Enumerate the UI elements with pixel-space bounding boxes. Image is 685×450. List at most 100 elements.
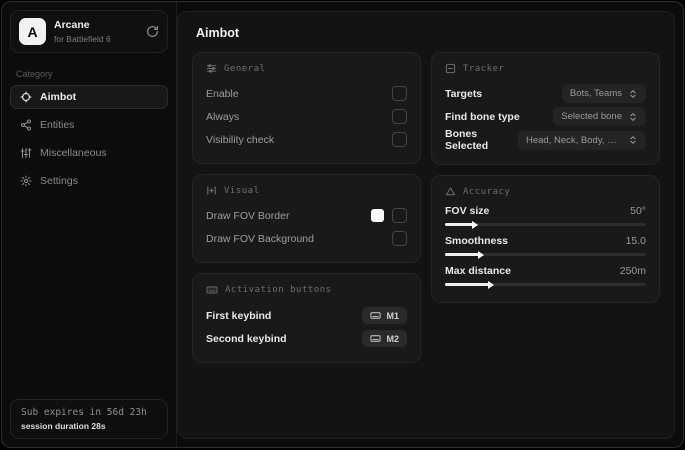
visual-icon <box>206 185 217 196</box>
triangle-icon <box>445 186 456 197</box>
setting-row-smoothness: Smoothness 15.0 <box>445 235 646 259</box>
setting-row-visibility-check: Visibility check <box>206 128 407 151</box>
sync-icon[interactable] <box>146 25 159 38</box>
setting-row-find-bone-type: Find bone type Selected bone <box>445 105 646 128</box>
brand-card: A Arcane for Battlefield 6 <box>10 10 168 53</box>
brand-title: Arcane <box>54 19 90 32</box>
accuracy-header-label: Accuracy <box>463 186 511 197</box>
fov-border-color-swatch[interactable] <box>371 209 384 222</box>
slider-thumb[interactable] <box>472 220 479 229</box>
always-checkbox[interactable] <box>392 109 407 124</box>
setting-row-bones-selected: Bones Selected Head, Neck, Body, Pe.. <box>445 128 646 152</box>
tracker-card: Tracker Targets Bots, Teams Find bone ty… <box>431 52 660 165</box>
draw-fov-border-checkbox[interactable] <box>392 208 407 223</box>
select-value: Head, Neck, Body, Pe.. <box>526 134 622 146</box>
setting-row-max-distance: Max distance 250m <box>445 265 646 289</box>
sub-expiry-text: Sub expires in 56d 23h <box>21 407 147 418</box>
setting-label: Second keybind <box>206 332 287 345</box>
setting-label: Smoothness <box>445 235 509 247</box>
keyboard-icon <box>370 310 382 321</box>
find-bone-type-select[interactable]: Selected bone <box>553 107 646 126</box>
sidebar-item-label: Entities <box>40 119 75 131</box>
smoothness-value: 15.0 <box>625 235 646 247</box>
enable-checkbox[interactable] <box>392 86 407 101</box>
select-value: Selected bone <box>561 111 622 122</box>
slider-thumb[interactable] <box>488 280 495 289</box>
setting-label: Find bone type <box>445 110 520 123</box>
crosshair-icon <box>20 91 32 103</box>
visual-header-label: Visual <box>224 185 260 196</box>
draw-fov-background-checkbox[interactable] <box>392 231 407 246</box>
keyboard-icon <box>370 333 382 344</box>
gear-icon <box>20 175 32 187</box>
setting-label: Always <box>206 110 240 123</box>
general-card: General Enable Always Visibility check <box>192 52 421 164</box>
setting-label: Visibility check <box>206 133 275 146</box>
sidebar-item-entities[interactable]: Entities <box>10 113 168 137</box>
setting-row-second-keybind: Second keybind M2 <box>206 327 407 350</box>
brand-subtitle: for Battlefield 6 <box>54 33 111 44</box>
setting-row-draw-fov-background: Draw FOV Background <box>206 227 407 250</box>
page-title: Aimbot <box>196 26 240 40</box>
right-column: Tracker Targets Bots, Teams Find bone ty… <box>431 52 660 303</box>
slider-thumb[interactable] <box>478 250 485 259</box>
first-keybind-button[interactable]: M1 <box>362 307 407 324</box>
setting-label: Draw FOV Background <box>206 232 314 245</box>
keybind-value: M1 <box>386 310 399 321</box>
sidebar-nav: Aimbot Entities Miscellaneous Settings <box>2 85 176 193</box>
sidebar-item-label: Aimbot <box>40 91 77 103</box>
subscription-info: Sub expires in 56d 23h session duration … <box>10 399 168 439</box>
brand-logo: A <box>19 18 46 45</box>
targets-select[interactable]: Bots, Teams <box>561 84 646 103</box>
second-keybind-button[interactable]: M2 <box>362 330 407 347</box>
main-panel: Aimbot General Enable Always Visibility … <box>177 11 675 439</box>
setting-row-first-keybind: First keybind M1 <box>206 304 407 327</box>
keybind-value: M2 <box>386 333 399 344</box>
tracker-header-label: Tracker <box>463 63 505 74</box>
category-label: Category <box>16 69 53 79</box>
setting-label: Draw FOV Border <box>206 209 290 222</box>
sidebar-item-label: Miscellaneous <box>40 147 107 159</box>
sidebar-item-aimbot[interactable]: Aimbot <box>10 85 168 109</box>
chevrons-up-down-icon <box>628 112 638 122</box>
setting-label: Max distance <box>445 265 511 277</box>
fov-size-value: 50° <box>630 205 646 217</box>
setting-row-fov-size: FOV size 50° <box>445 205 646 229</box>
setting-label: Bones Selected <box>445 128 489 152</box>
select-value: Bots, Teams <box>569 88 622 99</box>
activation-buttons-card: Activation buttons First keybind M1 Seco… <box>192 273 421 363</box>
setting-row-always: Always <box>206 105 407 128</box>
sidebar: A Arcane for Battlefield 6 Category Aimb… <box>2 2 177 447</box>
general-header-label: General <box>224 63 266 74</box>
visual-card: Visual Draw FOV Border Draw FOV Backgrou… <box>192 174 421 263</box>
sidebar-item-settings[interactable]: Settings <box>10 169 168 193</box>
main-area: Aimbot General Enable Always Visibility … <box>177 2 683 447</box>
accuracy-card: Accuracy FOV size 50° Smoothness 15.0 Ma… <box>431 175 660 303</box>
max-distance-slider[interactable] <box>445 280 646 289</box>
keyboard-icon <box>206 284 218 296</box>
setting-label: Targets <box>445 87 483 100</box>
setting-label: First keybind <box>206 309 272 322</box>
fov-size-slider[interactable] <box>445 220 646 229</box>
sidebar-item-label: Settings <box>40 175 78 187</box>
scan-icon <box>445 63 456 74</box>
setting-label: Enable <box>206 87 239 100</box>
nodes-icon <box>20 119 32 131</box>
sliders-icon <box>20 147 32 159</box>
smoothness-slider[interactable] <box>445 250 646 259</box>
left-column: General Enable Always Visibility check V… <box>192 52 421 363</box>
sidebar-item-miscellaneous[interactable]: Miscellaneous <box>10 141 168 165</box>
session-duration-text: session duration 28s <box>21 421 106 431</box>
app-window: A Arcane for Battlefield 6 Category Aimb… <box>1 1 684 448</box>
activation-header-label: Activation buttons <box>225 285 332 295</box>
general-icon <box>206 63 217 74</box>
bones-selected-select[interactable]: Head, Neck, Body, Pe.. <box>518 130 646 150</box>
setting-row-targets: Targets Bots, Teams <box>445 82 646 105</box>
setting-row-enable: Enable <box>206 82 407 105</box>
setting-row-draw-fov-border: Draw FOV Border <box>206 204 407 227</box>
setting-label: FOV size <box>445 205 490 217</box>
max-distance-value: 250m <box>619 265 646 277</box>
visibility-check-checkbox[interactable] <box>392 132 407 147</box>
chevrons-up-down-icon <box>628 135 638 145</box>
chevrons-up-down-icon <box>628 89 638 99</box>
